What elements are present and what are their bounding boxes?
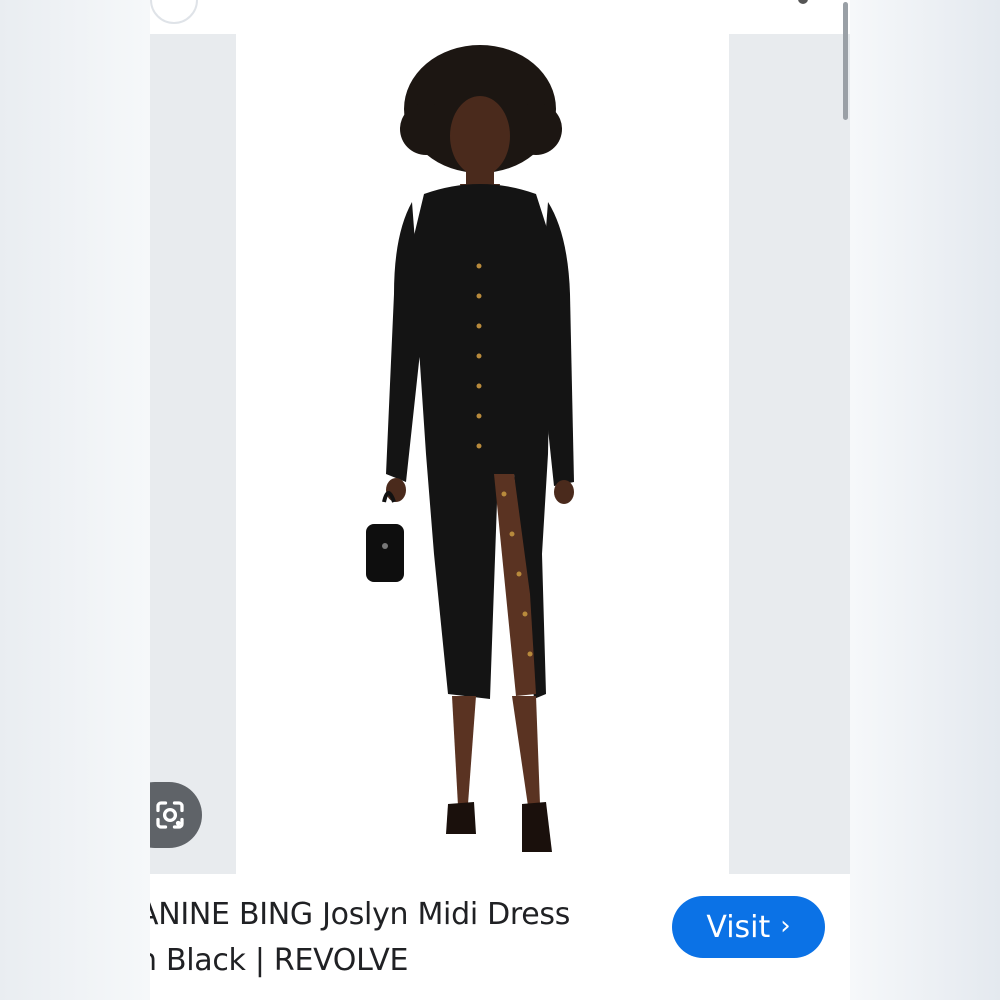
image-preview-panel[interactable]	[150, 34, 850, 874]
top-bar	[150, 0, 850, 34]
lens-icon	[156, 801, 184, 829]
google-lens-button[interactable]	[150, 782, 202, 848]
visit-button[interactable]: Visit ›	[672, 896, 825, 958]
product-photo[interactable]	[236, 34, 729, 874]
visit-label: Visit	[706, 909, 771, 945]
result-title[interactable]: ANINE BING Joslyn Midi Dress n Black | R…	[150, 892, 658, 984]
model-illustration	[366, 45, 574, 852]
site-favicon[interactable]	[150, 0, 198, 24]
scrollbar-thumb[interactable]	[843, 2, 848, 120]
chevron-right-icon: ›	[780, 911, 791, 941]
result-title-line-1: ANINE BING Joslyn Midi Dress	[150, 897, 571, 932]
result-title-line-2: n Black | REVOLVE	[150, 943, 409, 978]
more-options-icon[interactable]	[798, 0, 808, 4]
search-result-screen: ANINE BING Joslyn Midi Dress n Black | R…	[150, 0, 850, 1000]
